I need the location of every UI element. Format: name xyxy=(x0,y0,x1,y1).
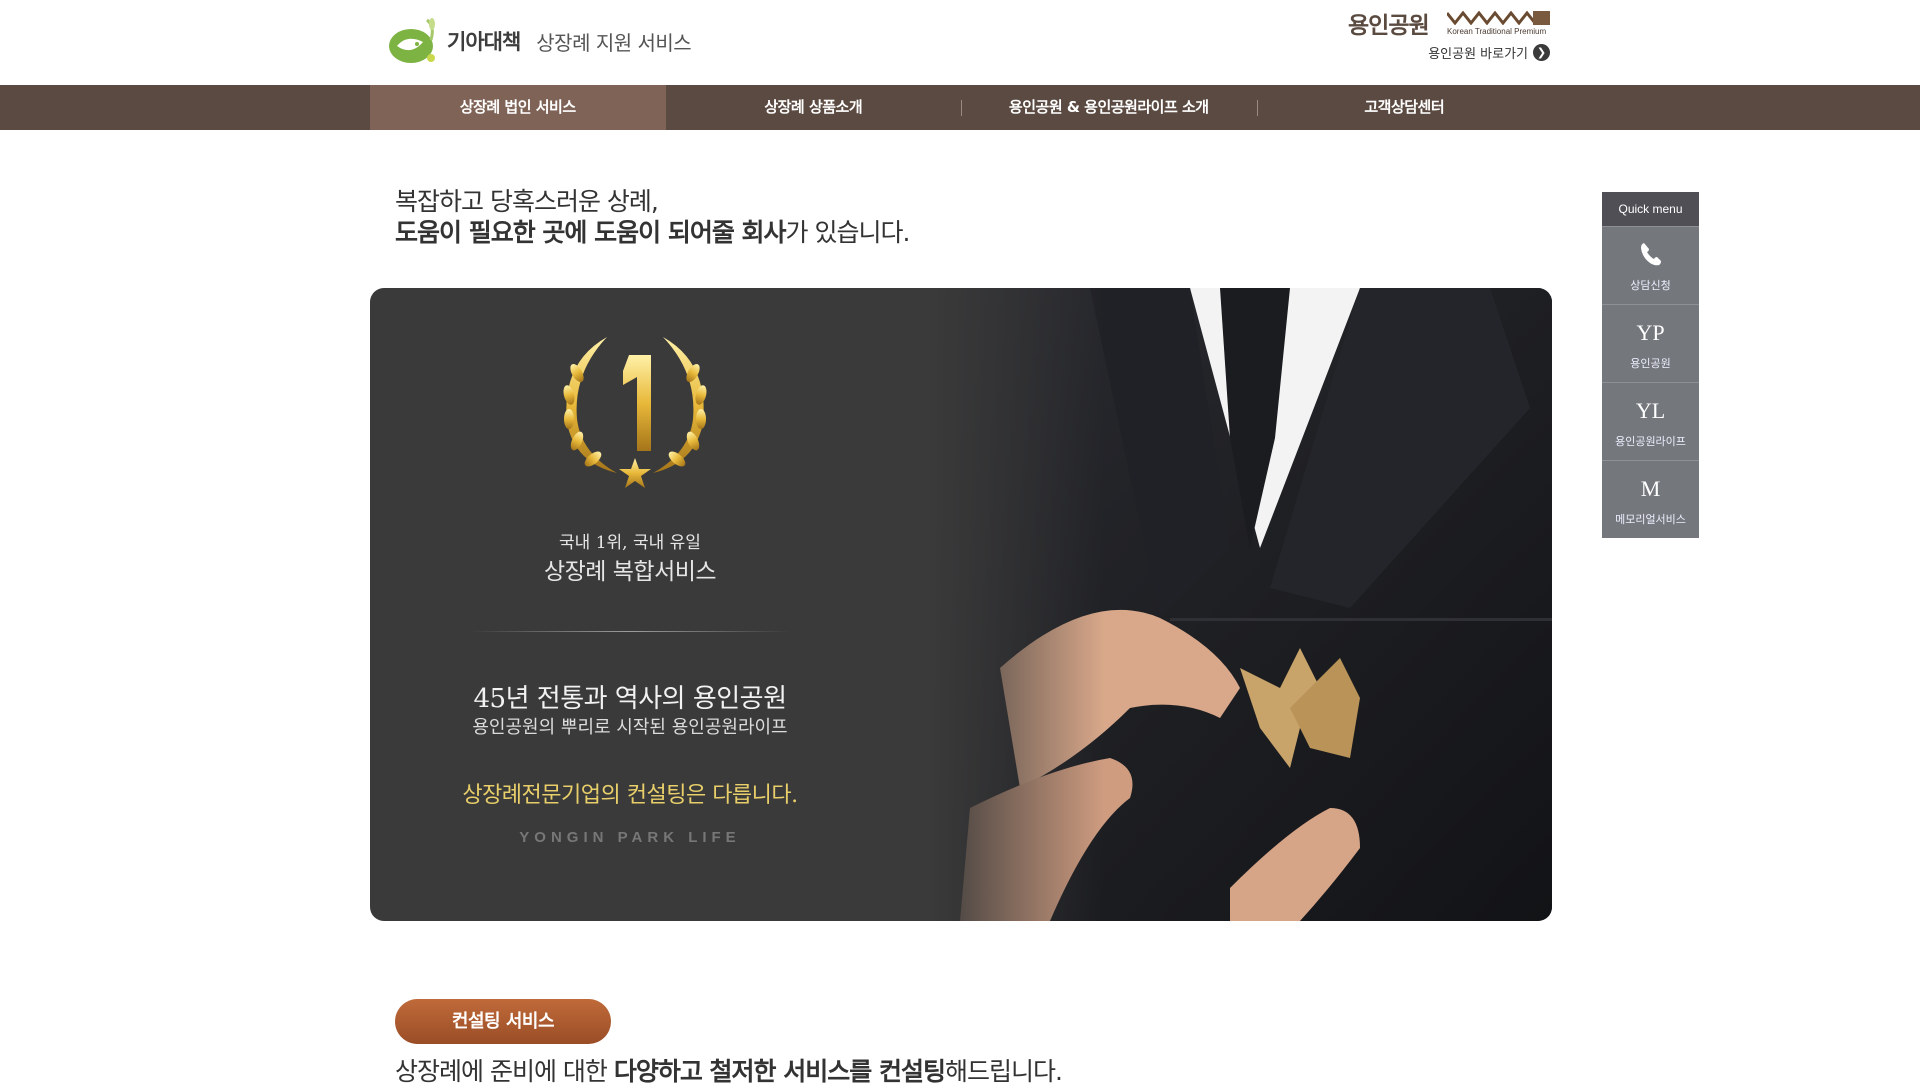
quick-menu-title: Quick menu xyxy=(1602,192,1699,226)
quick-item-label: 용인공원 xyxy=(1630,357,1671,370)
m-letter-icon: M xyxy=(1640,476,1661,501)
yl-letter-icon: YL xyxy=(1635,398,1666,423)
nav-item-label: 상장례 법인 서비스 xyxy=(459,98,576,116)
suit-bowtie-photo xyxy=(930,288,1552,921)
brand-name: 기아대책 xyxy=(447,30,521,54)
banner-service-text: 상장례 복합서비스 xyxy=(543,559,717,585)
quick-menu: Quick menu 상담신청 YP 용인공원 YL 용인공원라이프 M 메모리… xyxy=(1602,192,1699,538)
nav-item-label: 상장례 상품소개 xyxy=(764,98,863,116)
nav-item-yongin-park-intro[interactable]: 용인공원 & 용인공원라이프 소개 xyxy=(961,85,1257,130)
nav-item-label: 용인공원 & 용인공원라이프 소개 xyxy=(1008,98,1209,116)
banner-rank-text: 국내 1위, 국내 유일 xyxy=(559,533,701,553)
nav-item-corporate-service[interactable]: 상장례 법인 서비스 xyxy=(370,85,666,130)
arrow-right-icon: ❯ xyxy=(1533,44,1550,61)
quick-item-yongin-park-life[interactable]: YL 용인공원라이프 xyxy=(1602,382,1699,460)
hero-banner: 국내 1위, 국내 유일 상장례 복합서비스 45년 전통과 역사의 용인공원 … xyxy=(370,288,1552,921)
quick-item-memorial[interactable]: M 메모리얼서비스 xyxy=(1602,460,1699,538)
headline-bold: 도움이 필요한 곳에 도움이 되어줄 회사 xyxy=(395,218,787,247)
nav-item-products[interactable]: 상장례 상품소개 xyxy=(666,85,962,130)
banner-divider xyxy=(470,631,790,632)
page-headline: 복잡하고 당혹스러운 상례, 도움이 필요한 곳에 도움이 되어줄 회사가 있습… xyxy=(395,186,911,248)
park-shortcut-link[interactable]: 용인공원 바로가기 ❯ xyxy=(1428,43,1550,62)
service-name: 상장례 지원 서비스 xyxy=(536,30,692,55)
headline-line-1: 복잡하고 당혹스러운 상례, xyxy=(395,187,659,216)
quick-item-label: 용인공원라이프 xyxy=(1615,435,1686,448)
park-shortcut-label: 용인공원 바로가기 xyxy=(1428,47,1528,62)
consulting-suffix: 해드립니다. xyxy=(944,1057,1063,1086)
park-tagline: Korean Traditional Premium xyxy=(1447,27,1547,36)
consulting-service-badge: 컨설팅 서비스 xyxy=(395,999,611,1044)
banner-title: 45년 전통과 역사의 용인공원 xyxy=(473,684,788,714)
consulting-description: 상장례에 준비에 대한 다양하고 철저한 서비스를 컨설팅해드립니다. xyxy=(395,1052,1063,1088)
headline-rest: 가 있습니다. xyxy=(785,218,911,247)
fish-leaf-logo-icon xyxy=(389,18,435,63)
site-logo[interactable]: 기아대책 상장례 지원 서비스 xyxy=(387,16,692,66)
headline-line-2: 도움이 필요한 곳에 도움이 되어줄 회사가 있습니다. xyxy=(395,217,911,248)
banner-subtitle: 용인공원의 뿌리로 시작된 용인공원라이프 xyxy=(472,717,788,738)
quick-item-label: 메모리얼서비스 xyxy=(1615,513,1686,526)
quick-item-label: 상담신청 xyxy=(1630,279,1671,292)
park-pattern-icon xyxy=(1447,11,1550,25)
nav-divider xyxy=(1256,100,1258,116)
phone-icon xyxy=(1641,243,1661,266)
banner-english-title: YONGIN PARK LIFE xyxy=(519,829,741,846)
nav-item-customer-center[interactable]: 고객상담센터 xyxy=(1256,85,1553,130)
main-nav: 상장례 법인 서비스 상장례 상품소개 용인공원 & 용인공원라이프 소개 고객… xyxy=(0,85,1920,130)
yp-letter-icon: YP xyxy=(1636,320,1665,345)
park-name: 용인공원 xyxy=(1348,13,1430,39)
nav-item-label: 고객상담센터 xyxy=(1364,98,1445,116)
first-place-award-icon xyxy=(563,337,707,488)
nav-divider xyxy=(961,100,962,116)
consulting-prefix: 상장례에 준비에 대한 xyxy=(395,1057,614,1086)
banner-highlight: 상장례전문기업의 컨설팅은 다릅니다. xyxy=(462,783,798,808)
quick-item-yongin-park[interactable]: YP 용인공원 xyxy=(1602,304,1699,382)
quick-item-consultation[interactable]: 상담신청 xyxy=(1602,226,1699,304)
consulting-bold: 다양하고 철저한 서비스를 컨설팅 xyxy=(613,1057,946,1086)
site-header: 기아대책 상장례 지원 서비스 용인공원 Korean Traditional … xyxy=(0,0,1920,85)
yongin-park-logo[interactable]: 용인공원 Korean Traditional Premium 용인공원 바로가… xyxy=(1348,6,1550,66)
